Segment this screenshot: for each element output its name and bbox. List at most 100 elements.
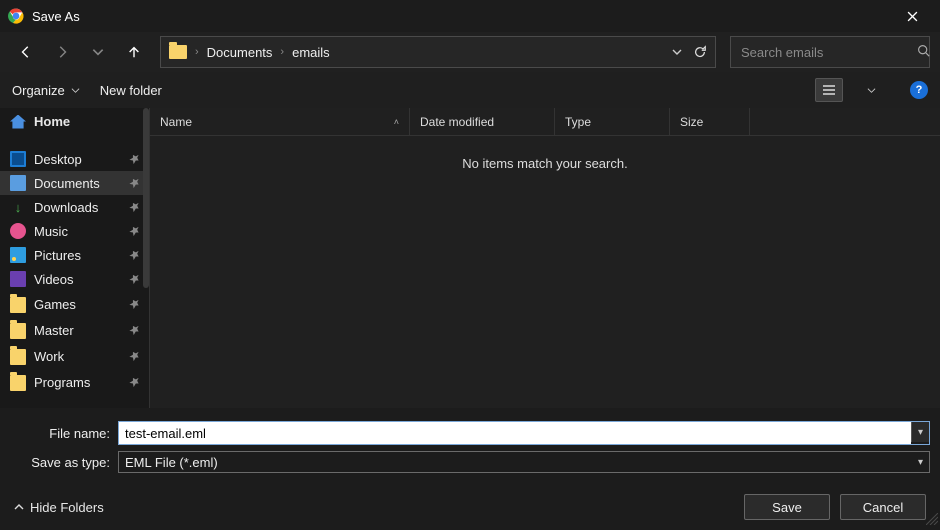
view-options-button[interactable] [815,78,843,102]
up-button[interactable] [118,36,150,68]
pin-icon [126,348,142,364]
sidebar-scrollbar[interactable] [143,108,149,288]
cancel-button[interactable]: Cancel [840,494,926,520]
sidebar-item-downloads[interactable]: ↓ Downloads [0,195,149,219]
column-size[interactable]: Size [670,108,750,135]
search-input[interactable] [741,45,917,60]
file-list-area: Name ˄ Date modified Type Size No items … [150,108,940,408]
bottom-panel: File name: ▾ Save as type: EML File (*.e… [0,408,940,530]
sidebar-item-label: Desktop [34,152,82,167]
pic-icon [10,247,26,263]
sidebar-item-music[interactable]: Music [0,219,149,243]
folder-icon [169,45,187,59]
chevron-down-icon [91,45,105,59]
savetype-select[interactable]: EML File (*.eml) ▾ [118,451,930,473]
sidebar-home[interactable]: Home [0,108,149,135]
savetype-value: EML File (*.eml) [125,455,218,470]
sidebar-item-desktop[interactable]: Desktop [0,147,149,171]
sidebar-item-work[interactable]: Work [0,343,149,369]
nav-bar: › Documents › emails [0,32,940,72]
chevron-right-icon: › [280,46,284,58]
empty-message: No items match your search. [150,136,940,408]
recent-dropdown[interactable] [82,36,114,68]
sidebar-item-programs[interactable]: Programs [0,369,149,395]
desktop-icon [10,151,26,167]
help-button[interactable]: ? [910,81,928,99]
sidebar-item-documents[interactable]: Documents [0,171,149,195]
sidebar-item-label: Documents [34,176,100,191]
pin-icon [126,151,142,167]
sidebar-item-label: Music [34,224,68,239]
close-button[interactable] [892,0,932,32]
home-icon [10,115,26,129]
savetype-row: Save as type: EML File (*.eml) ▾ [0,448,940,476]
pin-icon [126,296,142,312]
forward-button[interactable] [46,36,78,68]
sidebar-item-label: Work [34,349,64,364]
main-area: Home Desktop Documents ↓ Downloads Music Pict… [0,108,940,408]
sort-indicator-icon: ˄ [394,117,399,127]
column-name[interactable]: Name ˄ [150,108,410,135]
organize-label: Organize [12,83,65,98]
folder-icon [10,349,26,365]
new-folder-label: New folder [100,83,162,98]
search-box[interactable] [730,36,930,68]
new-folder-button[interactable]: New folder [100,83,162,98]
title-bar: Save As [0,0,940,32]
pin-icon [126,175,142,191]
vid-icon [10,271,26,287]
column-type[interactable]: Type [555,108,670,135]
column-date[interactable]: Date modified [410,108,555,135]
down-icon: ↓ [10,199,26,215]
sidebar-item-label: Downloads [34,200,98,215]
sidebar-item-label: Videos [34,272,74,287]
filename-label: File name: [10,426,118,441]
search-icon [917,44,930,60]
music-icon [10,223,26,239]
folder-icon [10,375,26,391]
pin-icon [126,223,142,239]
pin-icon [126,322,142,338]
back-button[interactable] [10,36,42,68]
chevron-right-icon: › [195,46,199,58]
pin-icon [126,247,142,263]
folder-icon [10,297,26,313]
pin-icon [126,374,142,390]
sidebar-item-label: Master [34,323,74,338]
breadcrumb-emails[interactable]: emails [292,45,330,60]
sidebar-item-pictures[interactable]: Pictures [0,243,149,267]
breadcrumb-documents[interactable]: Documents [207,45,273,60]
organize-menu[interactable]: Organize [12,83,80,98]
chevron-down-icon [71,86,80,95]
chrome-icon [8,8,24,24]
sidebar-item-videos[interactable]: Videos [0,267,149,291]
savetype-label: Save as type: [10,455,118,470]
arrow-right-icon [55,45,69,59]
pin-icon [126,199,142,215]
sidebar-item-games[interactable]: Games [0,291,149,317]
save-button[interactable]: Save [744,494,830,520]
resize-grip[interactable] [926,513,938,525]
pin-icon [126,271,142,287]
arrow-up-icon [127,45,141,59]
filename-input[interactable] [119,422,911,444]
chevron-down-icon[interactable] [671,46,683,58]
sidebar-item-label: Games [34,297,76,312]
chevron-down-icon: ▾ [918,457,923,468]
arrow-left-icon [19,45,33,59]
address-bar[interactable]: › Documents › emails [160,36,716,68]
sidebar-item-master[interactable]: Master [0,317,149,343]
sidebar: Home Desktop Documents ↓ Downloads Music Pict… [0,108,150,408]
toolbar: Organize New folder ? [0,72,940,108]
chevron-down-icon[interactable] [867,86,876,95]
sidebar-item-label: Pictures [34,248,81,263]
filename-row: File name: ▾ [0,418,940,448]
filename-dropdown[interactable]: ▾ [911,422,929,442]
window-title: Save As [32,9,80,24]
close-icon [907,11,918,22]
sidebar-item-label: Programs [34,375,90,390]
hide-folders-button[interactable]: Hide Folders [14,500,104,515]
footer: Hide Folders Save Cancel [0,476,940,530]
refresh-icon[interactable] [693,45,707,59]
column-headers: Name ˄ Date modified Type Size [150,108,940,136]
